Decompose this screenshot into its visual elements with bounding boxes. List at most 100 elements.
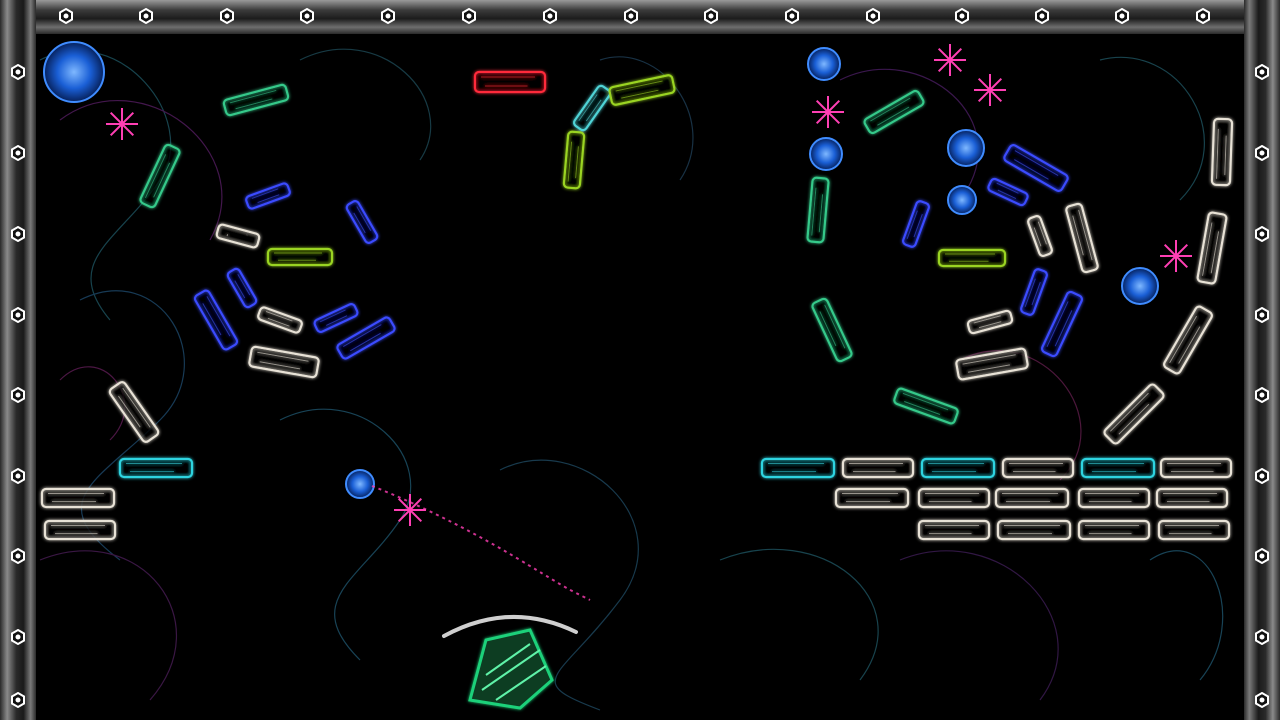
ball (807, 47, 841, 81)
brick (215, 223, 261, 249)
rivet-icon (784, 7, 800, 25)
rivet-icon (10, 306, 26, 324)
rivet-icon (1254, 63, 1270, 81)
ball (43, 41, 105, 103)
brick (917, 487, 991, 509)
rivet-icon (1254, 386, 1270, 404)
rivet-icon (58, 7, 74, 25)
brick (863, 89, 925, 135)
brick (248, 345, 320, 379)
brick (226, 267, 258, 309)
frame-top (0, 0, 1280, 34)
rivet-icon (1254, 691, 1270, 709)
ball (947, 129, 985, 167)
rivet-icon (1034, 7, 1050, 25)
brick (1003, 144, 1069, 192)
rivet-icon (542, 7, 558, 25)
brick (139, 143, 181, 209)
brick (1041, 290, 1083, 358)
ball (947, 185, 977, 215)
brick (1210, 117, 1234, 187)
spark-burst (812, 96, 844, 128)
ball (345, 469, 375, 499)
brick (811, 297, 853, 363)
rivet-icon (1254, 547, 1270, 565)
rivet-icon (1114, 7, 1130, 25)
rivet-icon (138, 7, 154, 25)
brick (1159, 457, 1233, 479)
brick (937, 248, 1007, 268)
ball (1121, 267, 1159, 305)
brick (1155, 487, 1229, 509)
ball-layer (43, 41, 1192, 526)
rivet-icon (10, 144, 26, 162)
spark-burst (1160, 240, 1192, 272)
brick (257, 306, 303, 334)
rivet-icon (10, 547, 26, 565)
rivet-icon (1254, 628, 1270, 646)
brick (1077, 519, 1151, 541)
brick (834, 487, 910, 509)
brick (996, 519, 1072, 541)
frame-left (0, 0, 36, 720)
rivet-icon (219, 7, 235, 25)
rivet-icon (703, 7, 719, 25)
brick-layer (40, 70, 1234, 541)
frame-right (1244, 0, 1280, 720)
brick (572, 84, 612, 132)
rivet-icon (1254, 306, 1270, 324)
brick (1027, 215, 1053, 257)
brick (313, 303, 359, 333)
rivet-icon (1254, 225, 1270, 243)
spark-burst (106, 108, 138, 140)
rivet-icon (10, 63, 26, 81)
spark-burst (974, 74, 1006, 106)
brick (1065, 202, 1099, 274)
spark-burst (934, 44, 966, 76)
brick (1157, 519, 1231, 541)
brick (760, 457, 836, 479)
brick (222, 83, 290, 117)
brick (1103, 383, 1165, 445)
rivet-icon (623, 7, 639, 25)
brick (245, 182, 291, 210)
rivet-icon (954, 7, 970, 25)
spark-burst (394, 494, 426, 526)
brick (118, 457, 194, 479)
brick (345, 200, 379, 244)
brick (1080, 457, 1156, 479)
rivet-icon (461, 7, 477, 25)
brick (841, 457, 915, 479)
rivet-icon (1195, 7, 1211, 25)
brick (40, 487, 116, 509)
brick (920, 457, 996, 479)
brick (43, 519, 117, 541)
rivet-icon (10, 386, 26, 404)
rivet-icon (1254, 144, 1270, 162)
brick (994, 487, 1070, 509)
background-art (39, 48, 1224, 711)
brick (1001, 457, 1075, 479)
rivet-icon (10, 467, 26, 485)
rivet-icon (299, 7, 315, 25)
brick (966, 309, 1014, 335)
rivet-icon (1254, 467, 1270, 485)
rivet-icon (10, 691, 26, 709)
brick (562, 130, 586, 190)
rivet-icon (10, 628, 26, 646)
brick (266, 247, 334, 267)
brick (893, 387, 959, 425)
game-playfield[interactable] (0, 0, 1280, 720)
rivet-icon (380, 7, 396, 25)
brick (917, 519, 991, 541)
player-paddle[interactable] (442, 615, 578, 710)
brick (1196, 211, 1228, 285)
brick (473, 70, 547, 94)
rivet-icon (10, 225, 26, 243)
brick (902, 200, 930, 248)
rivet-icon (865, 7, 881, 25)
ball-trail (371, 485, 591, 601)
brick (608, 74, 676, 106)
ball (809, 137, 843, 171)
brick (955, 347, 1029, 381)
